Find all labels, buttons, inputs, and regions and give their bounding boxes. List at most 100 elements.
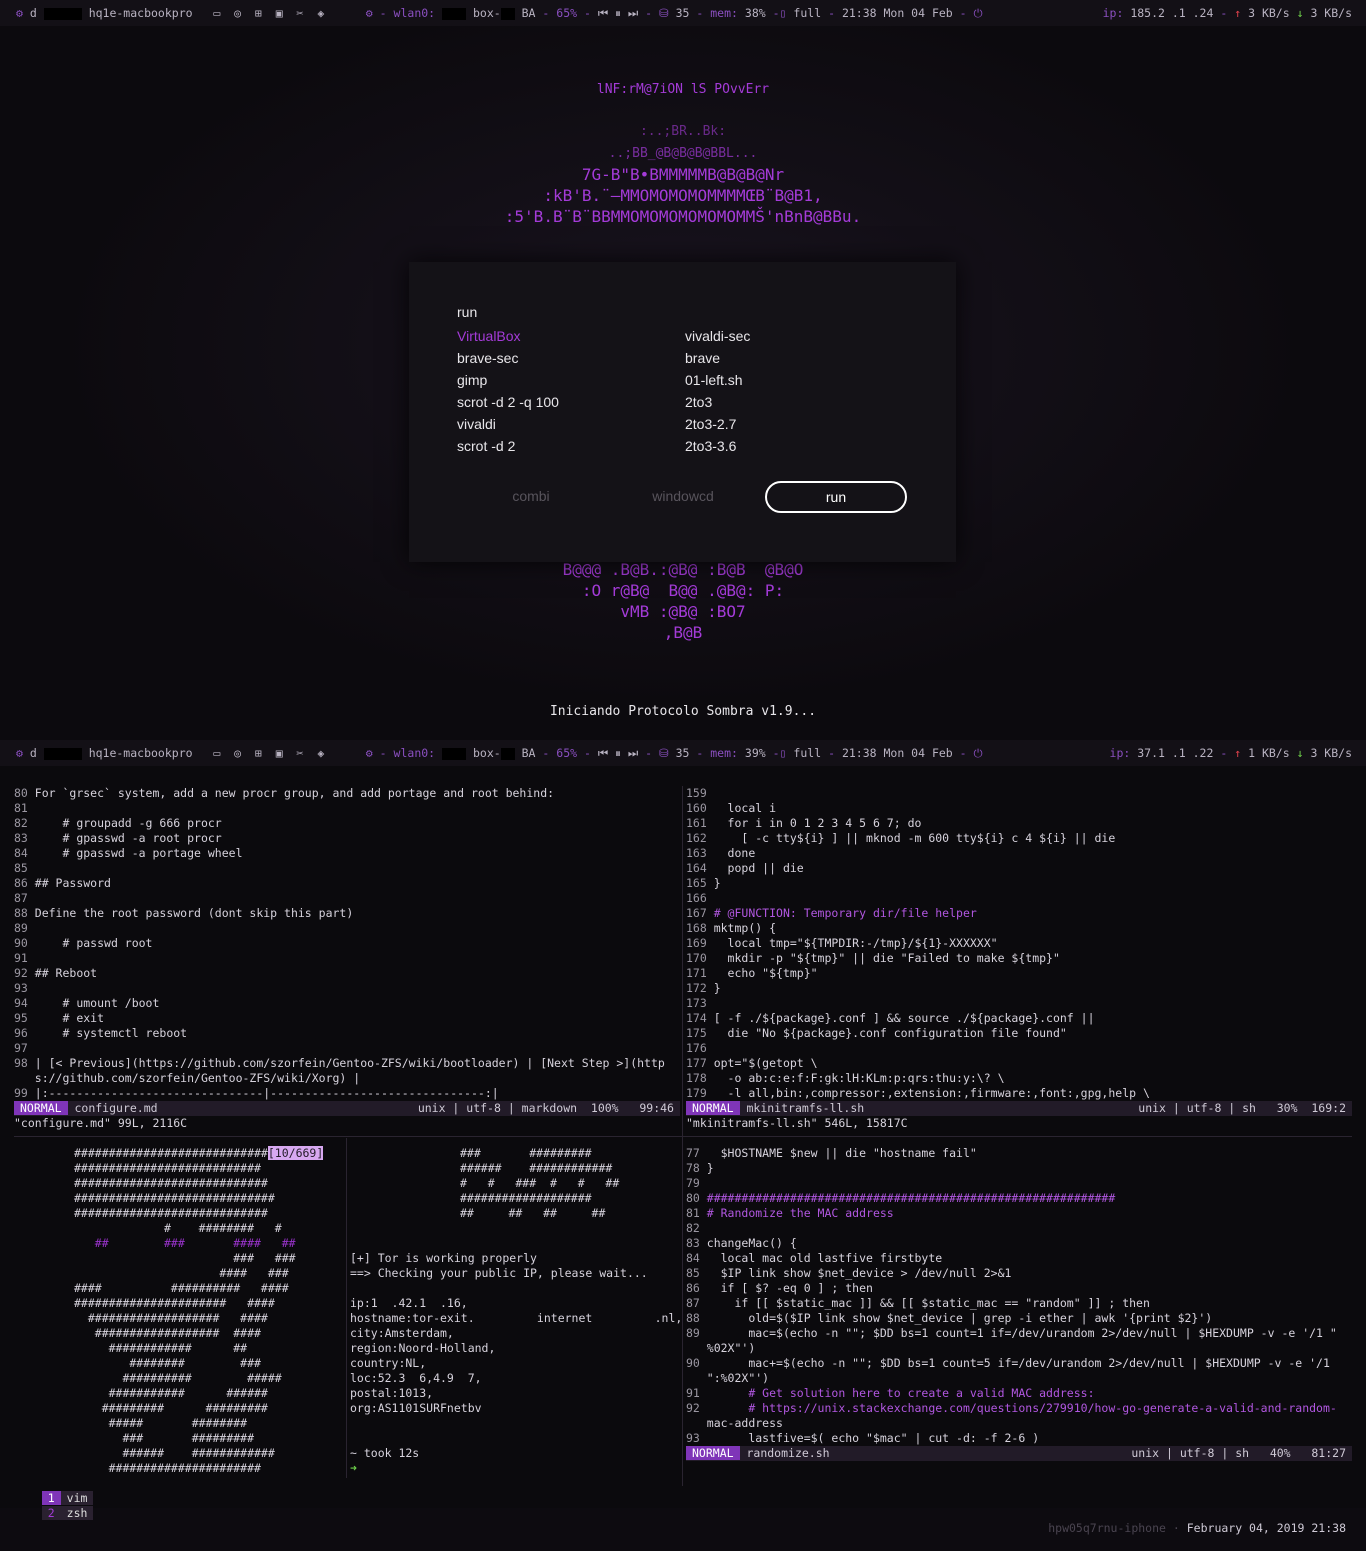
code-line: 87 if [[ $static_mac ]] && [[ $static_ma…	[686, 1296, 1352, 1311]
line-number: 168	[686, 921, 714, 935]
launcher-item[interactable]: brave-sec	[457, 348, 518, 368]
media-controls[interactable]: ⏮ ⏸ ⏭	[598, 6, 638, 20]
line-text: |:-------------------------------|------…	[34, 1086, 499, 1100]
vim-statusline: NORMAL mkinitramfs-ll.sh unix | utf-8 | s…	[686, 1101, 1352, 1116]
ascii-art-line: ########### ######	[74, 1386, 268, 1400]
line-number: 82	[686, 1221, 707, 1235]
ascii-art-line: # ######## #	[74, 1221, 282, 1235]
code-line: 165 }	[686, 876, 1352, 891]
updates-icon: ⛁	[659, 6, 669, 20]
desktop-splash: lNF:rM@7iON lS POvvErr :..;BR..Bk: ..;BB…	[0, 26, 1366, 740]
line-text: ":%02X"')	[706, 1371, 770, 1385]
mode-run-button[interactable]: run	[765, 481, 907, 513]
line-text: # gpasswd -a portage wheel	[34, 846, 243, 860]
pane-divider[interactable]	[14, 1136, 1352, 1137]
terminal-output-line: hostname:tor-exit. internet .nl,	[350, 1311, 680, 1325]
monitor-icon[interactable]: ▭	[213, 746, 220, 760]
mode-windowcd-button[interactable]: windowcd	[614, 481, 752, 511]
line-number: 90	[14, 936, 35, 950]
power-icon[interactable]: ⏻	[974, 746, 983, 760]
redacted-block	[43, 747, 82, 760]
line-number: 97	[14, 1041, 35, 1055]
clock: 21:38 Mon 04 Feb	[841, 6, 953, 20]
tmux-window-vim[interactable]: vim	[60, 1491, 94, 1505]
firefox-icon[interactable]: ◎	[234, 746, 241, 760]
line-number: 167	[686, 906, 714, 920]
launcher-item[interactable]: vivaldi	[457, 414, 496, 434]
code-line: 91	[14, 951, 680, 966]
launcher-item[interactable]: 2to3	[685, 392, 712, 412]
tmux-window-num[interactable]: 1	[41, 1491, 61, 1505]
ascii-art-line: ############################[10/669]	[74, 1146, 324, 1160]
launcher-item[interactable]: brave	[685, 348, 720, 368]
plus-box-icon[interactable]: ⊞	[255, 6, 262, 20]
line-text: }	[713, 981, 721, 995]
tmux-date: February 04, 2019 21:38	[1186, 1521, 1346, 1535]
ascii-art-line: # # ### # # ##	[460, 1176, 620, 1190]
monitor-icon[interactable]: ▭	[213, 6, 220, 20]
line-number: 162	[686, 831, 714, 845]
updates-count: 35	[675, 746, 690, 760]
shell-prompt[interactable]: ➜	[350, 1461, 680, 1476]
ascii-art-line: ###################	[460, 1191, 592, 1205]
line-number: 83	[14, 831, 35, 845]
line-number: 84	[686, 1251, 707, 1265]
media-controls[interactable]: ⏮ ⏸ ⏭	[598, 746, 638, 760]
line-text: mkdir -p "${tmp}" || die "Failed to make…	[713, 951, 1060, 965]
line-number: 175	[686, 1026, 714, 1040]
launcher-item[interactable]: 2to3-3.6	[685, 436, 736, 456]
power-icon[interactable]: ⏻	[974, 6, 983, 20]
target-icon[interactable]: ◈	[317, 746, 324, 760]
ascii-art-line: ############ ##	[74, 1341, 248, 1355]
code-line: 93 lastfive=$( echo "$mac" | cut -d: -f …	[686, 1431, 1352, 1446]
upload-arrow-icon: ↑	[1234, 6, 1242, 20]
firefox-icon[interactable]: ◎	[234, 6, 241, 20]
vim-filename: configure.md	[74, 1101, 158, 1115]
line-number: 78	[686, 1161, 707, 1175]
ascii-art-line: ,B@B	[663, 623, 703, 642]
ascii-art-pane[interactable]: ############################[10/669] ####…	[14, 1146, 344, 1476]
code-line: 86 if [ $? -eq 0 ] ; then	[686, 1281, 1352, 1296]
tmux-window-num[interactable]: 2	[41, 1506, 61, 1520]
launcher-item[interactable]: vivaldi-sec	[685, 326, 750, 346]
distro-icon: ⚙	[16, 6, 23, 20]
launcher-item[interactable]: gimp	[457, 370, 487, 390]
plus-box-icon[interactable]: ⊞	[255, 746, 262, 760]
pane-divider[interactable]	[346, 1138, 347, 1478]
line-number: 164	[686, 861, 714, 875]
code-line: 161 for i in 0 1 2 3 4 5 6 7; do	[686, 816, 1352, 831]
line-number: 88	[14, 906, 35, 920]
code-line: 83 changeMac() {	[686, 1236, 1352, 1251]
launcher-item[interactable]: scrot -d 2	[457, 436, 515, 456]
tools-icon[interactable]: ✂	[297, 6, 304, 20]
vim-pane-configure[interactable]: 80 For `grsec` system, add a new procr g…	[14, 786, 680, 1104]
line-number: 77	[686, 1146, 707, 1160]
line-text: local i	[713, 801, 777, 815]
launcher-item[interactable]: 2to3-2.7	[685, 414, 736, 434]
code-line: 83 # gpasswd -a root procr	[14, 831, 680, 846]
tor-check-pane[interactable]: ### ######### ###### ############ # # ### …	[350, 1146, 680, 1476]
line-number: 170	[686, 951, 714, 965]
mode-combi-button[interactable]: combi	[462, 481, 600, 511]
vim-pane-mkinitramfs[interactable]: 159 160 local i 161 for i in 0 1 2 3 4 5 …	[686, 786, 1352, 1104]
ascii-art-line: #### ########## ####	[74, 1281, 289, 1295]
code-line: 80 For `grsec` system, add a new procr g…	[14, 786, 680, 801]
launcher-item[interactable]: scrot -d 2 -q 100	[457, 392, 559, 412]
username: d	[29, 6, 37, 20]
code-line: 90 mac+=$(echo -n ""; $DD bs=1 count=5 i…	[686, 1356, 1352, 1371]
vim-fileinfo: unix | utf-8 | markdown 100% 99:46	[417, 1101, 674, 1115]
launcher-prompt[interactable]: run	[457, 302, 477, 322]
line-text: # Get solution here to create a valid MA…	[706, 1386, 1095, 1400]
tmux-window-zsh[interactable]: zsh	[60, 1506, 94, 1520]
launcher-item[interactable]: 01-left.sh	[685, 370, 743, 390]
target-icon[interactable]: ◈	[317, 6, 324, 20]
image-icon[interactable]: ▣	[276, 6, 283, 20]
launcher-item[interactable]: VirtualBox	[457, 326, 521, 346]
image-icon[interactable]: ▣	[276, 746, 283, 760]
vim-pane-randomize[interactable]: 77 $HOSTNAME $new || die "hostname fail"…	[686, 1146, 1352, 1446]
ascii-art-line: ###########################	[74, 1161, 261, 1175]
tools-icon[interactable]: ✂	[297, 746, 304, 760]
line-number: 87	[686, 1296, 707, 1310]
line-number: 89	[14, 921, 35, 935]
scroll-counter: [10/669]	[267, 1146, 324, 1160]
